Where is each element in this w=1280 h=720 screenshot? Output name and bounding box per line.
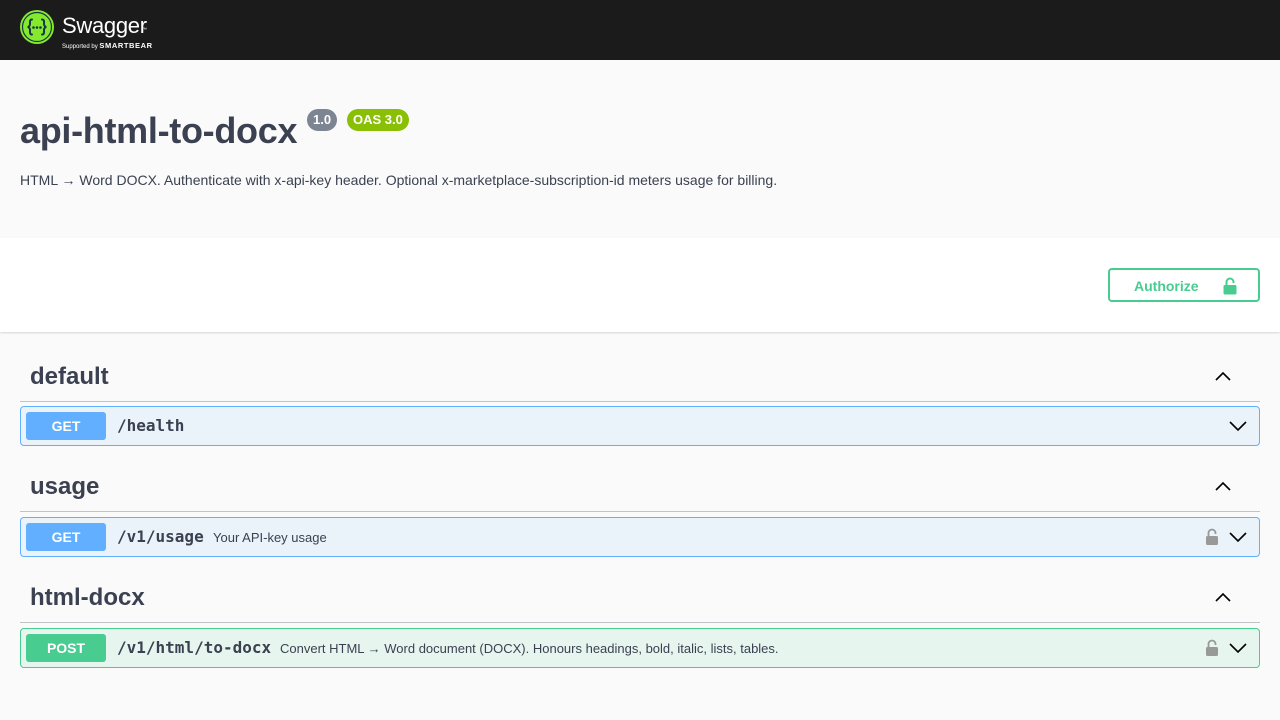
method-badge: GET — [26, 412, 106, 440]
chevron-down-icon[interactable] — [1227, 637, 1249, 659]
unlock-icon[interactable] — [1203, 527, 1221, 547]
tag-name: usage — [30, 473, 100, 500]
method-badge: POST — [26, 634, 106, 662]
tag-header-html-docx[interactable]: html-docx — [20, 571, 1260, 623]
operation-path: /v1/html/to-docx — [117, 638, 272, 657]
operation-path: /health — [117, 416, 185, 435]
tag-name: html-docx — [30, 584, 145, 611]
operation-summary: Convert HTML → Word document (DOCX). Hon… — [280, 641, 779, 656]
unlock-icon[interactable] — [1203, 638, 1221, 658]
brand-name: Swagger — [62, 13, 147, 38]
authorize-button[interactable]: Authorize — [1108, 268, 1260, 302]
authorize-label: Authorize — [1134, 278, 1199, 294]
opblock-get-health[interactable]: GET /health — [20, 406, 1260, 446]
brand-sub-prefix: Supported by — [62, 44, 98, 50]
tag-header-default[interactable]: default — [20, 350, 1260, 402]
chevron-down-icon[interactable] — [1227, 526, 1249, 548]
opblock-post-to-docx[interactable]: POST /v1/html/to-docx Convert HTML → Wor… — [20, 628, 1260, 668]
api-description: HTML → Word DOCX. Authenticate with x-ap… — [20, 172, 778, 188]
brand-sub-company: SMARTBEAR — [99, 41, 153, 50]
topbar: Swagger ™ Supported by SMARTBEAR — [0, 0, 1280, 60]
tag-name: default — [30, 363, 109, 390]
tag-header-usage[interactable]: usage — [20, 460, 1260, 512]
page-title: api-html-to-docx — [20, 110, 298, 151]
method-badge: GET — [26, 523, 106, 551]
opblock-get-usage[interactable]: GET /v1/usage Your API-key usage — [20, 517, 1260, 557]
oas-badge: OAS 3.0 — [347, 109, 409, 131]
swagger-logo-icon — [20, 10, 54, 44]
chevron-up-icon[interactable] — [1213, 587, 1233, 607]
version-badge: 1.0 — [307, 109, 338, 131]
chevron-up-icon[interactable] — [1213, 476, 1233, 496]
brand-subtitle: Supported by SMARTBEAR — [62, 41, 153, 50]
info-section: api-html-to-docx 1.0 OAS 3.0 HTML → Word… — [0, 60, 1280, 238]
chevron-up-icon[interactable] — [1213, 366, 1233, 386]
chevron-down-icon[interactable] — [1227, 415, 1249, 437]
operation-summary: Your API-key usage — [213, 530, 327, 545]
operation-path: /v1/usage — [117, 527, 204, 546]
scheme-container: Authorize — [0, 238, 1280, 332]
brand-trademark: ™ — [142, 27, 147, 33]
unlock-icon — [1223, 277, 1237, 295]
